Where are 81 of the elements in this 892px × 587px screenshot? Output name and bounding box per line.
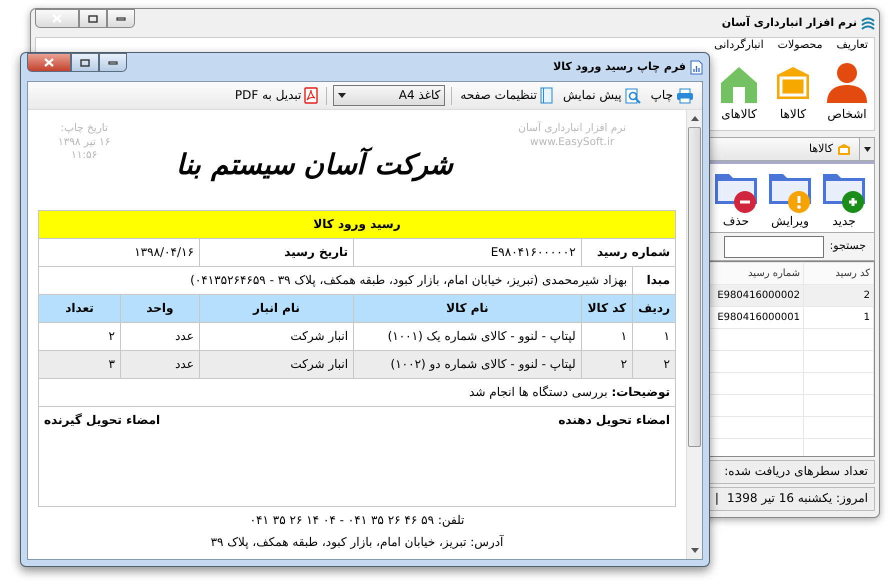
table-cell: ۲ bbox=[581, 350, 633, 378]
status-separator: | bbox=[714, 491, 719, 507]
ribbon-button[interactable]: اشخاص bbox=[822, 61, 872, 126]
magnifier-page-icon bbox=[624, 88, 641, 104]
table-cell: رسید ورود کالا bbox=[38, 210, 676, 238]
pdf-icon bbox=[304, 87, 318, 104]
table-cell: 1 bbox=[804, 306, 874, 328]
table-cell: لپتاپ - لنوو - کالای شماره دو (۱۰۰۲) bbox=[354, 350, 582, 378]
table-cell: نام کالا bbox=[354, 294, 582, 322]
table-cell: E980416000002 bbox=[708, 284, 804, 306]
scroll-thumb[interactable] bbox=[688, 127, 701, 447]
print-date-text: ۱۶ تیر ۱۳۹۸ bbox=[58, 136, 110, 150]
header-text: www.EasySoft.ir bbox=[529, 136, 616, 150]
close-icon bbox=[52, 14, 62, 23]
scrollbar[interactable] bbox=[686, 110, 702, 559]
table-cell: 2 bbox=[804, 284, 874, 306]
maximize-icon bbox=[88, 14, 98, 22]
header-text: نرم افزار انبارداری آسان bbox=[518, 122, 626, 136]
minimize-icon bbox=[116, 16, 126, 20]
toolbar-button[interactable]: ویرایش bbox=[766, 168, 814, 228]
close-button[interactable] bbox=[27, 53, 71, 72]
maximize-button[interactable] bbox=[71, 53, 99, 72]
footer-text: تلفن: ۵۹ ۴۶ ۲۶ ۳۵ ۰۴۱ - ۰۴ ۱۴ ۲۶ ۳۵ ۰۴۱ bbox=[250, 513, 464, 529]
page-icon bbox=[540, 87, 553, 104]
table-cell: انبار شرکت bbox=[199, 350, 354, 378]
scroll-up-icon bbox=[690, 116, 698, 122]
caret-icon bbox=[338, 93, 346, 98]
signature-label: امضاء تحویل گیرنده bbox=[44, 413, 160, 429]
document-tab[interactable]: کالاها bbox=[709, 137, 859, 161]
tab-dropdown[interactable] bbox=[859, 137, 875, 161]
minimize-icon bbox=[108, 60, 118, 64]
menu-item[interactable]: انبارگردانی bbox=[714, 38, 764, 53]
minimize-button[interactable] bbox=[99, 53, 127, 72]
status-text: تعداد سطرهای دریافت شده: bbox=[724, 464, 868, 480]
maximize-button[interactable] bbox=[79, 9, 107, 28]
table-cell: عدد bbox=[120, 350, 200, 378]
app-logo-icon bbox=[861, 16, 875, 30]
paper-size-dropdown[interactable]: کاغذ A4 bbox=[333, 85, 446, 106]
table-cell: E۹۸۰۴۱۶۰۰۰۰۰۲ bbox=[354, 238, 582, 266]
toolbar-button[interactable]: جدید bbox=[820, 168, 868, 228]
ribbon-button[interactable]: کالاهای bbox=[714, 61, 764, 126]
table-cell: واحد bbox=[120, 294, 200, 322]
print-date-text: تاریخ چاپ: bbox=[60, 122, 109, 136]
person-icon bbox=[825, 61, 869, 105]
close-icon bbox=[44, 58, 54, 67]
toolbar-button[interactable]: حذف bbox=[712, 168, 760, 228]
caret-icon bbox=[864, 146, 870, 152]
search-label: جستجو: bbox=[830, 239, 866, 254]
ribbon-button[interactable]: کالاها bbox=[768, 61, 818, 126]
window-title: نرم افزار انبارداری آسان bbox=[722, 16, 857, 30]
company-name: شرکت آسان سیستم بنا bbox=[176, 146, 452, 184]
table-cell: تاریخ رسید bbox=[199, 238, 354, 266]
toolbar-button[interactable]: پیش نمایش bbox=[560, 88, 643, 104]
table-cell: نام انبار bbox=[199, 294, 354, 322]
toolbar-button[interactable]: تنظیمات صفحه bbox=[458, 87, 555, 104]
box-icon bbox=[837, 142, 851, 156]
minimize-button[interactable] bbox=[107, 9, 135, 28]
menu-item[interactable]: محصولات bbox=[778, 38, 823, 53]
description-text: توضیحات: بررسی دستگاه ها انجام شد bbox=[469, 384, 670, 399]
print-date-text: ۱۱:۵۶ bbox=[70, 149, 98, 163]
table-cell: تعداد bbox=[38, 294, 120, 322]
table-cell: کد کالا bbox=[581, 294, 633, 322]
footer-text: آدرس: تبریز، خیابان امام، بازار کبود، طبقه همکف، پلاک ۳۹ bbox=[210, 534, 504, 550]
printer-icon bbox=[676, 88, 694, 104]
search-field[interactable] bbox=[724, 236, 824, 258]
table-cell: ردیف bbox=[632, 294, 676, 322]
table-cell: ۱۳۹۸/۰۴/۱۶ bbox=[38, 238, 200, 266]
signature-label: امضاء تحویل دهنده bbox=[558, 413, 670, 429]
column-header[interactable]: کد رسید bbox=[804, 262, 874, 284]
table-cell: ۲ bbox=[632, 350, 676, 378]
report-icon bbox=[690, 60, 703, 74]
toolbar-button[interactable]: تبدیل به PDF bbox=[232, 87, 320, 104]
menu-item[interactable]: تعاریف bbox=[836, 38, 868, 53]
column-header[interactable]: شماره رسید bbox=[708, 262, 804, 284]
window-title: فرم چاپ رسید ورود کالا bbox=[553, 60, 686, 74]
scroll-down-icon bbox=[690, 548, 698, 554]
table-cell: ۳ bbox=[38, 350, 120, 378]
maximize-icon bbox=[80, 58, 90, 66]
toolbar-button[interactable]: چاپ bbox=[648, 88, 696, 104]
status-text: امروز: یکشنبه 16 تیر 1398 bbox=[726, 491, 868, 507]
table-cell: شماره رسید bbox=[581, 238, 676, 266]
